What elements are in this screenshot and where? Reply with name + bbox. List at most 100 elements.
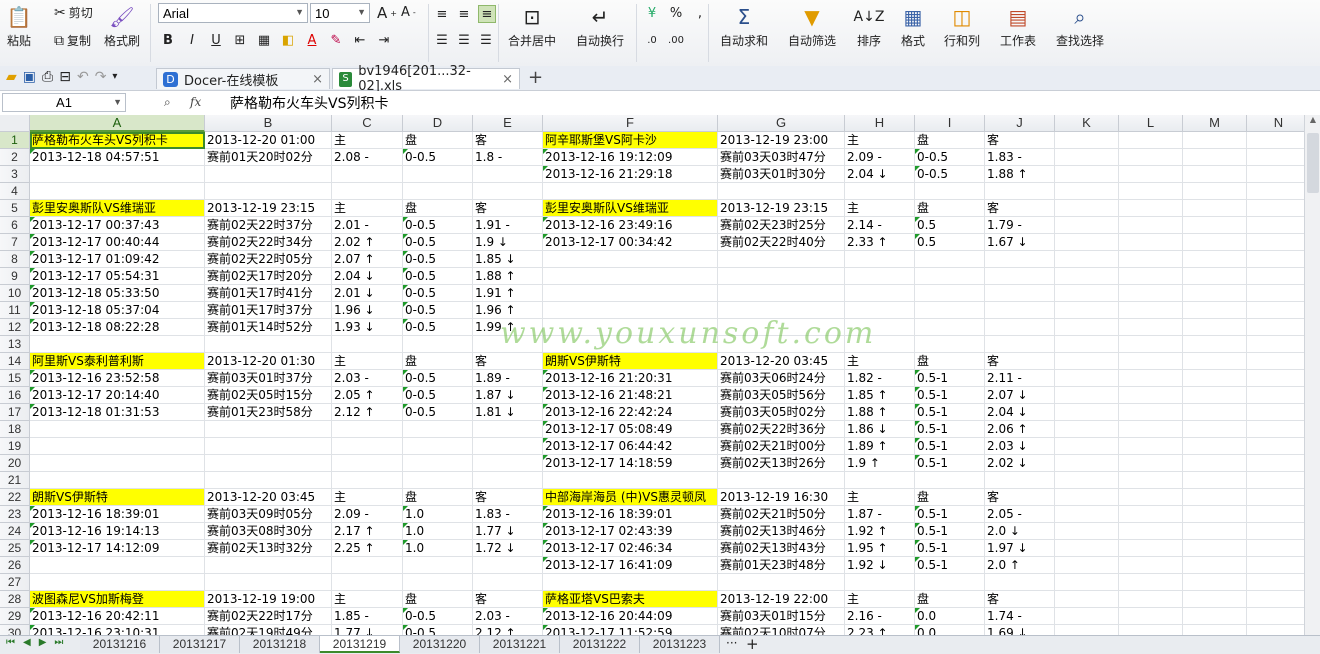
cell-d4[interactable] <box>403 183 473 200</box>
cell-m10[interactable] <box>1183 285 1247 302</box>
cell-m30[interactable] <box>1183 625 1247 635</box>
row-header[interactable]: 6 <box>0 217 30 234</box>
cell-f12[interactable] <box>543 319 718 336</box>
cell-g11[interactable] <box>718 302 845 319</box>
cell-c20[interactable] <box>332 455 403 472</box>
cell-i6[interactable]: 0.5 <box>915 217 985 234</box>
cell-i3[interactable]: 0-0.5 <box>915 166 985 183</box>
cell-l18[interactable] <box>1119 421 1183 438</box>
border-icon[interactable]: ⊞ <box>232 32 248 48</box>
cell-a11[interactable]: 2013-12-18 05:37:04 <box>30 302 205 319</box>
indent-increase-icon[interactable]: ⇥ <box>376 32 392 48</box>
sheet-tab-20131221[interactable]: 20131221 <box>480 636 560 653</box>
column-header-a[interactable]: A <box>30 115 205 132</box>
cell-g1[interactable]: 2013-12-19 23:00 <box>718 132 845 149</box>
cell-g9[interactable] <box>718 268 845 285</box>
cell-m15[interactable] <box>1183 370 1247 387</box>
rows-cols-button[interactable]: ◫ 行和列 <box>944 4 980 49</box>
cell-n29[interactable] <box>1247 608 1304 625</box>
cell-j18[interactable]: 2.06 ↑ <box>985 421 1055 438</box>
cell-j5[interactable]: 客 <box>985 200 1055 217</box>
cell-h20[interactable]: 1.9 ↑ <box>845 455 915 472</box>
cell-g27[interactable] <box>718 574 845 591</box>
cell-d28[interactable]: 盘 <box>403 591 473 608</box>
cell-d10[interactable]: 0-0.5 <box>403 285 473 302</box>
cell-l17[interactable] <box>1119 404 1183 421</box>
cell-m27[interactable] <box>1183 574 1247 591</box>
cell-k3[interactable] <box>1055 166 1119 183</box>
cell-m25[interactable] <box>1183 540 1247 557</box>
cell-n9[interactable] <box>1247 268 1304 285</box>
cell-n12[interactable] <box>1247 319 1304 336</box>
cell-m2[interactable] <box>1183 149 1247 166</box>
cell-j10[interactable] <box>985 285 1055 302</box>
next-sheet-icon[interactable]: ▶ <box>39 637 47 648</box>
cell-n13[interactable] <box>1247 336 1304 353</box>
cell-n1[interactable] <box>1247 132 1304 149</box>
cell-i4[interactable] <box>915 183 985 200</box>
align-bottom-icon[interactable]: ≡ <box>478 5 496 23</box>
cell-b22[interactable]: 2013-12-20 03:45 <box>205 489 332 506</box>
cell-d23[interactable]: 1.0 <box>403 506 473 523</box>
cell-f19[interactable]: 2013-12-17 06:44:42 <box>543 438 718 455</box>
cell-e15[interactable]: 1.89 - <box>473 370 543 387</box>
column-header-k[interactable]: K <box>1055 115 1119 132</box>
cell-h8[interactable] <box>845 251 915 268</box>
cell-h16[interactable]: 1.85 ↑ <box>845 387 915 404</box>
cell-f15[interactable]: 2013-12-16 21:20:31 <box>543 370 718 387</box>
column-header-d[interactable]: D <box>403 115 473 132</box>
cell-h11[interactable] <box>845 302 915 319</box>
cell-m18[interactable] <box>1183 421 1247 438</box>
cell-l19[interactable] <box>1119 438 1183 455</box>
cell-b18[interactable] <box>205 421 332 438</box>
paste-button[interactable]: 📋 粘贴 <box>6 4 32 49</box>
cell-a13[interactable] <box>30 336 205 353</box>
cell-j24[interactable]: 2.0 ↓ <box>985 523 1055 540</box>
cell-j12[interactable] <box>985 319 1055 336</box>
cell-k30[interactable] <box>1055 625 1119 635</box>
cell-f1[interactable]: 阿辛耶斯堡VS阿卡沙 <box>543 132 718 149</box>
cell-a10[interactable]: 2013-12-18 05:33:50 <box>30 285 205 302</box>
cell-k8[interactable] <box>1055 251 1119 268</box>
cell-m7[interactable] <box>1183 234 1247 251</box>
cell-a3[interactable] <box>30 166 205 183</box>
cell-d20[interactable] <box>403 455 473 472</box>
cell-d27[interactable] <box>403 574 473 591</box>
sheet-tab-20131223[interactable]: 20131223 <box>640 636 720 653</box>
cell-g22[interactable]: 2013-12-19 16:30 <box>718 489 845 506</box>
cell-j16[interactable]: 2.07 ↓ <box>985 387 1055 404</box>
cell-b12[interactable]: 赛前01天14时52分 <box>205 319 332 336</box>
cell-i7[interactable]: 0.5 <box>915 234 985 251</box>
cell-h19[interactable]: 1.89 ↑ <box>845 438 915 455</box>
row-header[interactable]: 28 <box>0 591 30 608</box>
cell-h18[interactable]: 1.86 ↓ <box>845 421 915 438</box>
cell-f10[interactable] <box>543 285 718 302</box>
cell-k13[interactable] <box>1055 336 1119 353</box>
cell-m20[interactable] <box>1183 455 1247 472</box>
cell-h15[interactable]: 1.82 - <box>845 370 915 387</box>
cell-f22[interactable]: 中部海岸海员 (中)VS惠灵顿凤 <box>543 489 718 506</box>
cell-n7[interactable] <box>1247 234 1304 251</box>
decrease-font-icon[interactable]: A- <box>401 5 416 20</box>
cell-n6[interactable] <box>1247 217 1304 234</box>
cell-n5[interactable] <box>1247 200 1304 217</box>
cell-f30[interactable]: 2013-12-17 11:52:59 <box>543 625 718 635</box>
cell-c18[interactable] <box>332 421 403 438</box>
cell-k26[interactable] <box>1055 557 1119 574</box>
cell-b9[interactable]: 赛前02天17时20分 <box>205 268 332 285</box>
cell-m17[interactable] <box>1183 404 1247 421</box>
row-header[interactable]: 17 <box>0 404 30 421</box>
cell-i13[interactable] <box>915 336 985 353</box>
cell-i25[interactable]: 0.5-1 <box>915 540 985 557</box>
cell-g6[interactable]: 赛前02天23时25分 <box>718 217 845 234</box>
formula-input[interactable]: 萨格勒布火车头VS列积卡 <box>230 93 388 113</box>
row-header[interactable]: 18 <box>0 421 30 438</box>
row-header[interactable]: 23 <box>0 506 30 523</box>
cell-m8[interactable] <box>1183 251 1247 268</box>
cell-d21[interactable] <box>403 472 473 489</box>
zoom-icon[interactable]: ⌕ <box>164 95 171 110</box>
fx-icon[interactable]: fx <box>190 95 201 109</box>
cell-e21[interactable] <box>473 472 543 489</box>
cell-k28[interactable] <box>1055 591 1119 608</box>
cell-f8[interactable] <box>543 251 718 268</box>
